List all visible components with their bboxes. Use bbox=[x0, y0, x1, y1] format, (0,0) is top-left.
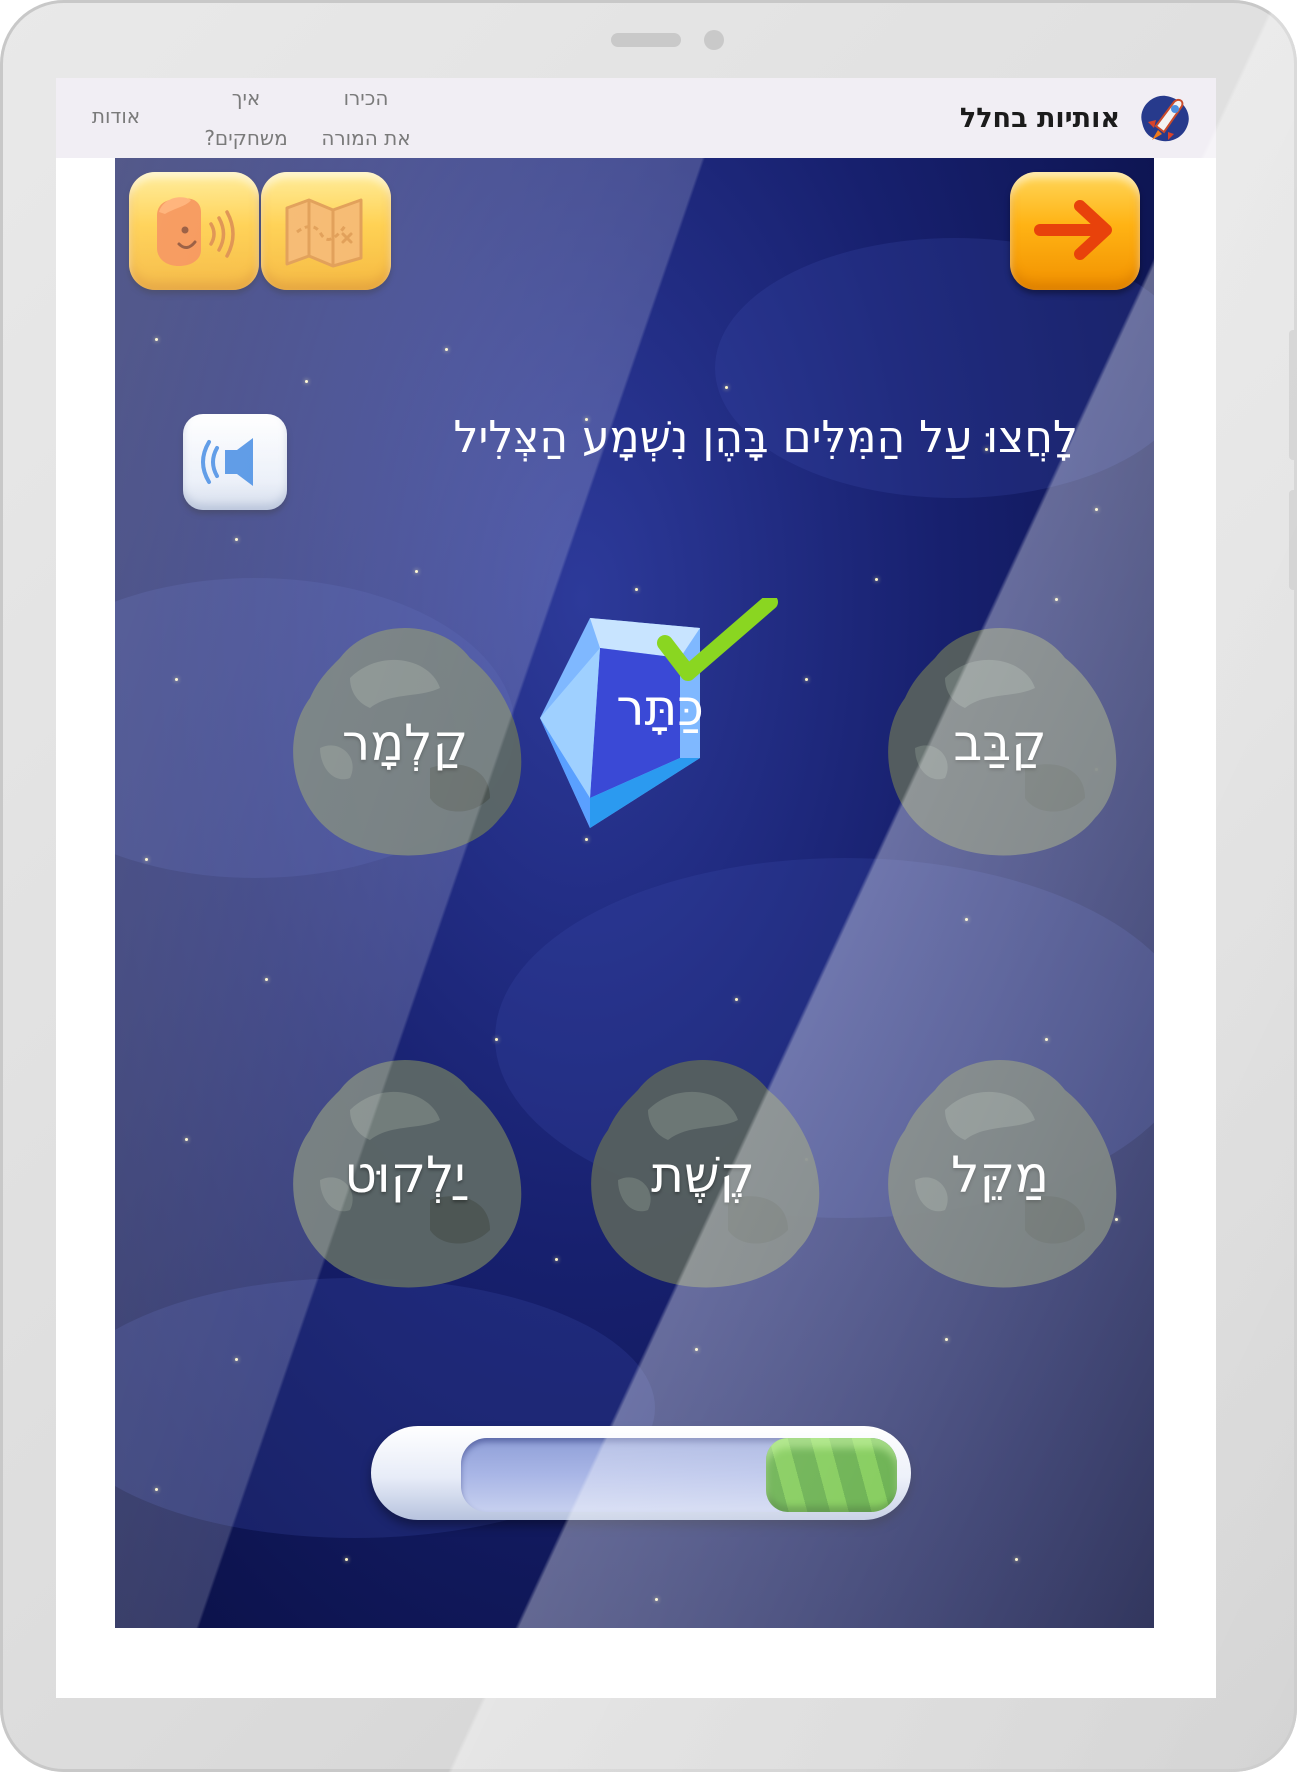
word-rock-kalmar[interactable]: קַלְמָר bbox=[280, 618, 530, 868]
star bbox=[1095, 508, 1098, 511]
star bbox=[155, 1488, 158, 1491]
word-label: מַקֵּל bbox=[951, 1146, 1049, 1204]
nav-about[interactable]: אודות bbox=[76, 96, 156, 136]
star bbox=[495, 1038, 498, 1041]
star bbox=[1055, 598, 1058, 601]
star bbox=[175, 678, 178, 681]
map-icon bbox=[285, 198, 363, 268]
star bbox=[695, 1348, 698, 1351]
nav-how-to-play-line1: איך bbox=[231, 86, 261, 110]
word-rock-yalkut[interactable]: יַלְקוּט bbox=[280, 1050, 530, 1300]
instruction-text: לָחֲצוּ עַל הַמִּלִּים בָּהֶן נִשְׁמָע ה… bbox=[453, 412, 1078, 463]
tablet-speaker-slot bbox=[611, 33, 681, 47]
site-header: אודות איך משחקים? הכירו את המורה אותיות … bbox=[56, 78, 1216, 158]
word-rock-kaneve[interactable]: קַבַּב bbox=[875, 618, 1125, 868]
star bbox=[945, 1338, 948, 1341]
star bbox=[145, 858, 148, 861]
star bbox=[655, 1598, 658, 1601]
star bbox=[725, 386, 728, 389]
word-rock-keshet[interactable]: קֶשֶׁת bbox=[578, 1050, 828, 1300]
game-canvas: לָחֲצוּ עַל הַמִּלִּים בָּהֶן נִשְׁמָע ה… bbox=[115, 158, 1154, 1628]
speaker-icon bbox=[201, 438, 253, 486]
brand-title: אותיות בחלל bbox=[959, 102, 1120, 134]
tablet-volume-button bbox=[1289, 330, 1297, 460]
star bbox=[805, 678, 808, 681]
star bbox=[235, 1358, 238, 1361]
progress-track bbox=[461, 1438, 897, 1512]
tablet-camera bbox=[704, 30, 724, 50]
nav-about-label: אודות bbox=[91, 104, 141, 128]
nav-how-to-play-line2: משחקים? bbox=[204, 126, 288, 150]
rocket-logo-icon bbox=[1141, 95, 1189, 142]
star bbox=[735, 998, 738, 1001]
tablet-power-button bbox=[1289, 490, 1297, 590]
nav-meet-teacher[interactable]: הכירו את המורה bbox=[306, 78, 426, 158]
star bbox=[345, 1558, 348, 1561]
star bbox=[875, 578, 878, 581]
star bbox=[305, 380, 308, 383]
star bbox=[1015, 1558, 1018, 1561]
word-label: קַלְמָר bbox=[341, 714, 469, 772]
star bbox=[1045, 1038, 1048, 1041]
speaking-face-icon bbox=[157, 197, 235, 266]
tablet-frame: אודות איך משחקים? הכירו את המורה אותיות … bbox=[0, 0, 1297, 1772]
speak-button[interactable] bbox=[129, 172, 259, 290]
star bbox=[555, 1258, 558, 1261]
star bbox=[235, 538, 238, 541]
brand[interactable]: אותיות בחלל bbox=[960, 88, 1194, 148]
map-button[interactable] bbox=[261, 172, 391, 290]
star bbox=[635, 588, 638, 591]
arrow-right-icon bbox=[1034, 200, 1112, 260]
word-rock-makel[interactable]: מַקֵּל bbox=[875, 1050, 1125, 1300]
tablet-screen: אודות איך משחקים? הכירו את המורה אותיות … bbox=[56, 78, 1216, 1698]
word-label: קֶשֶׁת bbox=[651, 1146, 755, 1204]
progress-fill bbox=[766, 1438, 897, 1512]
nav-meet-teacher-line1: הכירו bbox=[343, 86, 389, 110]
word-label: קַבַּב bbox=[953, 714, 1047, 772]
progress-bar bbox=[371, 1418, 911, 1528]
next-button[interactable] bbox=[1010, 172, 1140, 290]
word-label: יַלְקוּט bbox=[344, 1146, 466, 1204]
star bbox=[155, 338, 158, 341]
word-label: כַּתָּר bbox=[616, 679, 704, 737]
word-gem-keter[interactable]: כַּתָּר bbox=[530, 598, 790, 848]
star bbox=[965, 918, 968, 921]
star bbox=[185, 1138, 188, 1141]
nav-meet-teacher-line2: את המורה bbox=[321, 126, 411, 150]
star bbox=[265, 978, 268, 981]
play-sound-button[interactable] bbox=[183, 414, 287, 510]
star bbox=[445, 348, 448, 351]
nav-how-to-play[interactable]: איך משחקים? bbox=[186, 78, 306, 158]
star bbox=[415, 570, 418, 573]
